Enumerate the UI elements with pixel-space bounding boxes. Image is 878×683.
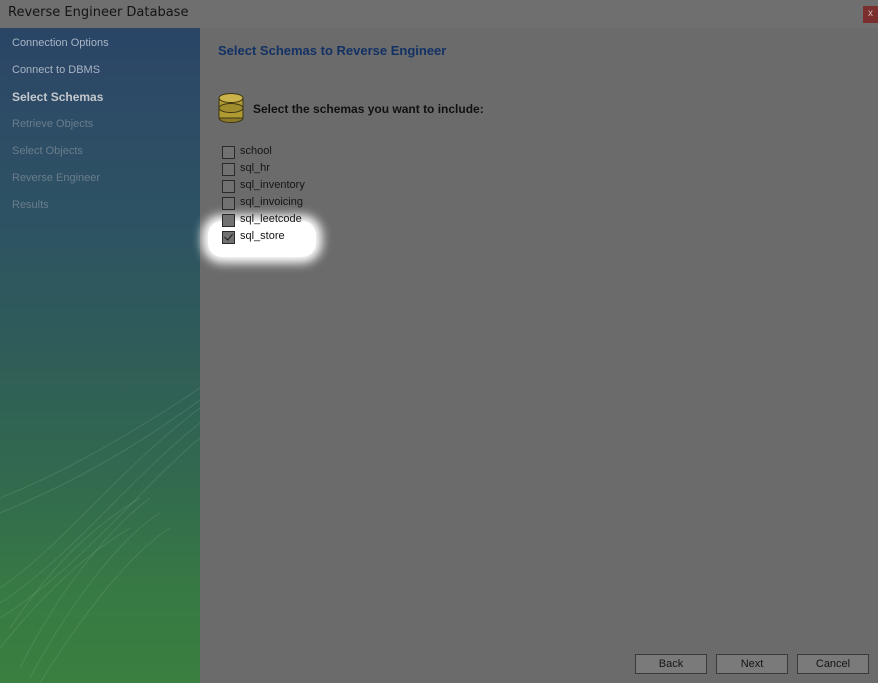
wizard-sidebar: Connection Options Connect to DBMS Selec… [0, 28, 200, 683]
step-select-schemas: Select Schemas [12, 90, 104, 104]
schema-checkbox[interactable] [222, 214, 235, 227]
schema-checkbox[interactable] [222, 180, 235, 193]
step-connect-to-dbms: Connect to DBMS [12, 64, 101, 76]
main-panel: Select Schemas to Reverse Engineer Selec… [200, 28, 878, 683]
back-button[interactable]: Back [635, 654, 707, 674]
schema-label: sql_inventory [240, 179, 305, 191]
schema-label: school [240, 145, 272, 157]
schema-label: sql_invoicing [240, 196, 303, 208]
schema-instruction: Select the schemas you want to include: [253, 102, 484, 116]
step-retrieve-objects: Retrieve Objects [12, 118, 94, 130]
next-button[interactable]: Next [716, 654, 788, 674]
window-title: Reverse Engineer Database [8, 5, 189, 20]
wizard-steps: Connection Options Connect to DBMS Selec… [12, 36, 109, 225]
schema-checkbox[interactable] [222, 163, 235, 176]
step-reverse-engineer: Reverse Engineer [12, 172, 101, 184]
schema-checkbox[interactable] [222, 197, 235, 210]
cancel-button[interactable]: Cancel [797, 654, 869, 674]
reverse-engineer-window: Reverse Engineer Database x Connection O… [0, 0, 878, 683]
step-select-objects: Select Objects [12, 145, 83, 157]
step-connection-options: Connection Options [12, 37, 109, 49]
database-icon [218, 93, 244, 123]
close-button[interactable]: x [863, 6, 878, 23]
title-bar[interactable]: Reverse Engineer Database x [0, 0, 878, 28]
schema-label: sql_hr [240, 162, 270, 174]
schema-label: sql_store [240, 230, 285, 242]
schema-checkbox-checked[interactable] [222, 231, 235, 244]
schema-label: sql_leetcode [240, 213, 302, 225]
step-results: Results [12, 199, 49, 211]
schema-checkbox[interactable] [222, 146, 235, 159]
page-title: Select Schemas to Reverse Engineer [218, 43, 447, 58]
